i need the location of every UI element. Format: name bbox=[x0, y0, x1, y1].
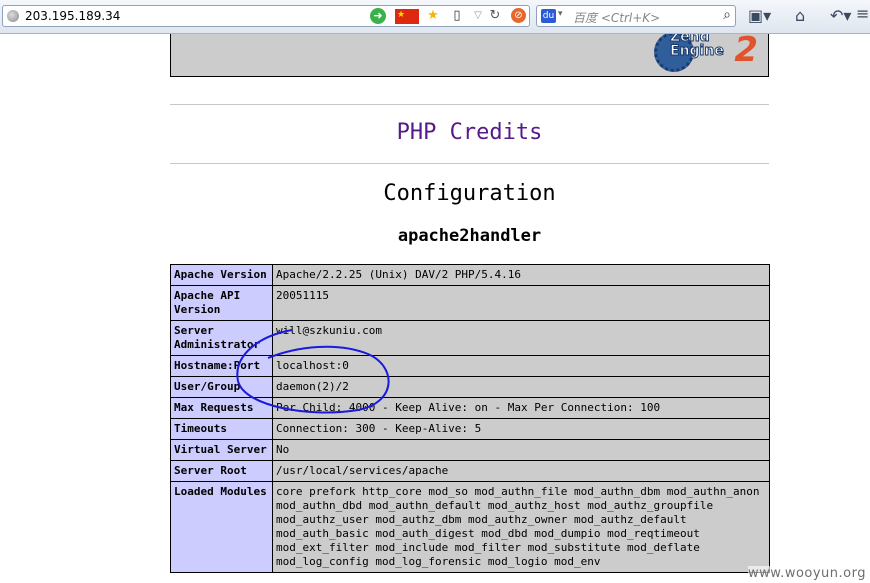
row-label: Server Administrator bbox=[170, 320, 273, 356]
mobile-icon[interactable]: ▯ bbox=[449, 8, 465, 24]
configuration-heading: Configuration bbox=[383, 181, 556, 206]
row-label: Hostname:Port bbox=[170, 355, 273, 377]
menu-icon[interactable]: ≡ bbox=[856, 4, 869, 23]
table-row: Virtual Server No bbox=[170, 439, 770, 461]
search-input[interactable]: 百度 <Ctrl+K> bbox=[573, 9, 660, 26]
row-label: Apache API Version bbox=[170, 285, 273, 321]
home-icon[interactable]: ⌂ bbox=[795, 6, 805, 25]
row-label: Apache Version bbox=[170, 264, 273, 286]
china-flag-icon: ★ bbox=[395, 9, 419, 24]
adblock-icon[interactable]: ⊘ bbox=[511, 8, 526, 23]
row-value: will@szkuniu.com bbox=[272, 320, 770, 356]
table-row: User/Group daemon(2)/2 bbox=[170, 376, 770, 398]
row-label: Server Root bbox=[170, 460, 273, 482]
browser-toolbar: 203.195.189.34 ➜ ★ ★ ▯ ▽ ↻ ⊘ du ▾ 百度 <Ct… bbox=[0, 0, 870, 34]
search-icon[interactable]: ⌕ bbox=[723, 7, 731, 23]
history-dropdown-icon[interactable]: ▽ bbox=[470, 8, 486, 24]
row-label: Loaded Modules bbox=[170, 481, 273, 573]
table-row: Hostname:Port localhost:0 bbox=[170, 355, 770, 377]
table-row: Server Root /usr/local/services/apache bbox=[170, 460, 770, 482]
row-label: Max Requests bbox=[170, 397, 273, 419]
bookmark-star-icon[interactable]: ★ bbox=[425, 8, 441, 24]
row-value: localhost:0 bbox=[272, 355, 770, 377]
php-credits-link[interactable]: PHP Credits bbox=[170, 120, 769, 145]
divider bbox=[170, 104, 769, 105]
table-row: Apache API Version 20051115 bbox=[170, 285, 770, 321]
back-icon[interactable]: ↶▾ bbox=[830, 6, 851, 25]
address-bar[interactable]: 203.195.189.34 ➜ ★ ★ ▯ ▽ ↻ bbox=[2, 5, 530, 27]
row-value: Apache/2.2.25 (Unix) DAV/2 PHP/5.4.16 bbox=[272, 264, 770, 286]
reload-icon[interactable]: ↻ bbox=[487, 8, 503, 24]
apache2handler-table: Apache Version Apache/2.2.25 (Unix) DAV/… bbox=[170, 264, 770, 573]
table-row: Server Administrator will@szkuniu.com bbox=[170, 320, 770, 356]
baidu-search-engine-icon[interactable]: du bbox=[541, 9, 556, 23]
site-identity-icon[interactable] bbox=[7, 10, 19, 22]
row-value: daemon(2)/2 bbox=[272, 376, 770, 398]
go-arrow-icon[interactable]: ➜ bbox=[370, 8, 386, 24]
table-row: Max Requests Per Child: 4000 - Keep Aliv… bbox=[170, 397, 770, 419]
row-value: 20051115 bbox=[272, 285, 770, 321]
row-value: core prefork http_core mod_so mod_authn_… bbox=[272, 481, 770, 573]
row-value: No bbox=[272, 439, 770, 461]
apache2handler-heading: apache2handler bbox=[397, 226, 542, 246]
zend-logo-number: 2 bbox=[734, 34, 758, 70]
row-label: Virtual Server bbox=[170, 439, 273, 461]
row-value: Connection: 300 - Keep-Alive: 5 bbox=[272, 418, 770, 440]
page-content: Zend Engine 2 PHP Credits Configuration … bbox=[0, 34, 870, 583]
zend-engine-logo[interactable]: Zend Engine 2 bbox=[654, 34, 762, 74]
row-value: Per Child: 4000 - Keep Alive: on - Max P… bbox=[272, 397, 770, 419]
zend-logo-banner: Zend Engine 2 bbox=[170, 34, 769, 77]
divider bbox=[170, 163, 769, 164]
row-value: /usr/local/services/apache bbox=[272, 460, 770, 482]
search-engine-dropdown-icon[interactable]: ▾ bbox=[558, 9, 563, 19]
url-text[interactable]: 203.195.189.34 bbox=[25, 9, 120, 23]
table-row: Loaded Modules core prefork http_core mo… bbox=[170, 481, 770, 573]
table-row: Apache Version Apache/2.2.25 (Unix) DAV/… bbox=[170, 264, 770, 286]
table-row: Timeouts Connection: 300 - Keep-Alive: 5 bbox=[170, 418, 770, 440]
row-label: Timeouts bbox=[170, 418, 273, 440]
bookmarks-menu-icon[interactable]: ▣▾ bbox=[748, 6, 771, 25]
row-label: User/Group bbox=[170, 376, 273, 398]
watermark: www.wooyun.org bbox=[747, 566, 866, 581]
search-bar[interactable]: du ▾ 百度 <Ctrl+K> ⌕ bbox=[536, 5, 736, 27]
